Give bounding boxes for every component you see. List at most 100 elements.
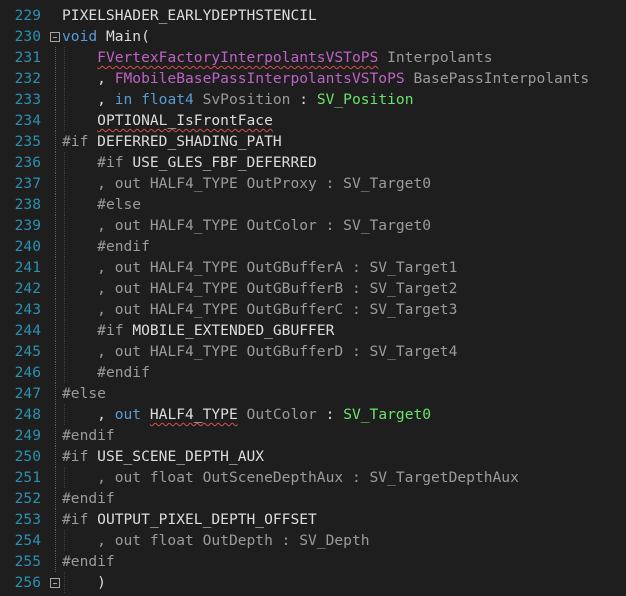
code-token: FMobileBasePassInterpolantsVSToPS bbox=[114, 70, 405, 87]
fold-guide-line bbox=[55, 89, 56, 110]
code-line[interactable]: 235 #if DEFERRED_SHADING_PATH bbox=[0, 131, 626, 152]
code-line[interactable]: 242 , out HALF4_TYPE OutGBufferB : SV_Ta… bbox=[0, 278, 626, 299]
indent-guide bbox=[64, 89, 65, 110]
indent-guide bbox=[64, 194, 65, 215]
code-line[interactable]: 253 #if OUTPUT_PIXEL_DEPTH_OFFSET bbox=[0, 509, 626, 530]
code-token: #endif bbox=[62, 490, 115, 507]
indent-guide bbox=[64, 47, 65, 68]
line-number: 242 bbox=[14, 280, 41, 297]
code-text[interactable]: , out HALF4_TYPE OutGBufferB : SV_Target… bbox=[62, 278, 457, 299]
code-token: OUTPUT_PIXEL_DEPTH_OFFSET bbox=[97, 511, 317, 528]
line-number: 245 bbox=[14, 343, 41, 360]
code-text[interactable]: , out HALF4_TYPE OutProxy : SV_Target0 bbox=[62, 173, 431, 194]
code-text[interactable]: #endif bbox=[62, 362, 150, 383]
code-line[interactable]: 251 , out float OutSceneDepthAux : SV_Ta… bbox=[0, 467, 626, 488]
code-text[interactable]: void Main( bbox=[62, 26, 150, 47]
code-line[interactable]: 248 , out HALF4_TYPE OutColor : SV_Targe… bbox=[0, 404, 626, 425]
code-text[interactable]: , out HALF4_TYPE OutGBufferA : SV_Target… bbox=[62, 257, 457, 278]
code-text[interactable]: , FMobileBasePassInterpolantsVSToPS Base… bbox=[62, 68, 589, 89]
fold-guide-line bbox=[55, 530, 56, 551]
line-number: 251 bbox=[14, 469, 41, 486]
code-line[interactable]: 244 #if MOBILE_EXTENDED_GBUFFER bbox=[0, 320, 626, 341]
code-line[interactable]: 230 void Main( bbox=[0, 26, 626, 47]
code-text[interactable]: #endif bbox=[62, 236, 150, 257]
fold-toggle-icon[interactable] bbox=[50, 578, 60, 588]
code-text[interactable]: ) bbox=[62, 572, 106, 593]
code-line[interactable]: 237 , out HALF4_TYPE OutProxy : SV_Targe… bbox=[0, 173, 626, 194]
line-number: 238 bbox=[14, 196, 41, 213]
code-token: OutColor bbox=[237, 406, 326, 423]
code-line[interactable]: 231 FVertexFactoryInterpolantsVSToPS Int… bbox=[0, 47, 626, 68]
code-token: , bbox=[62, 259, 115, 276]
code-text[interactable]: FVertexFactoryInterpolantsVSToPS Interpo… bbox=[62, 47, 493, 68]
code-text[interactable]: #else bbox=[62, 383, 106, 404]
code-editor[interactable]: 229 PIXELSHADER_EARLYDEPTHSTENCIL 230 void … bbox=[0, 0, 626, 596]
line-number: 246 bbox=[14, 364, 41, 381]
code-line[interactable]: 240 #endif bbox=[0, 236, 626, 257]
code-line[interactable]: 255 #endif bbox=[0, 551, 626, 572]
code-text[interactable]: #if USE_GLES_FBF_DEFERRED bbox=[62, 152, 317, 173]
indent-guide bbox=[64, 236, 65, 257]
code-line[interactable]: 243 , out HALF4_TYPE OutGBufferC : SV_Ta… bbox=[0, 299, 626, 320]
code-token: MOBILE_EXTENDED_GBUFFER bbox=[132, 322, 335, 339]
code-text[interactable]: #if DEFERRED_SHADING_PATH bbox=[62, 131, 282, 152]
code-text[interactable]: , in float4 SvPosition : SV_Position bbox=[62, 89, 413, 110]
code-token: Interpolants bbox=[378, 49, 493, 66]
code-token: #if bbox=[62, 511, 98, 528]
line-number: 241 bbox=[14, 259, 41, 276]
code-token: #endif bbox=[62, 427, 115, 444]
code-text[interactable]: , out float OutDepth : SV_Depth bbox=[62, 530, 370, 551]
code-text[interactable]: #endif bbox=[62, 488, 115, 509]
code-line[interactable]: 233 , in float4 SvPosition : SV_Position bbox=[0, 89, 626, 110]
code-line[interactable]: 256 ) bbox=[0, 572, 626, 593]
code-text[interactable]: OPTIONAL_IsFrontFace bbox=[62, 110, 273, 131]
code-text[interactable]: , out HALF4_TYPE OutColor : SV_Target0 bbox=[62, 215, 431, 236]
code-token: #endif bbox=[97, 238, 150, 255]
code-line[interactable]: 247 #else bbox=[0, 383, 626, 404]
code-text[interactable]: #endif bbox=[62, 425, 115, 446]
code-line[interactable]: 239 , out HALF4_TYPE OutColor : SV_Targe… bbox=[0, 215, 626, 236]
code-text[interactable]: #if OUTPUT_PIXEL_DEPTH_OFFSET bbox=[62, 509, 317, 530]
code-text[interactable]: #if USE_SCENE_DEPTH_AUX bbox=[62, 446, 264, 467]
fold-toggle-icon[interactable] bbox=[50, 32, 60, 42]
code-line[interactable]: 250 #if USE_SCENE_DEPTH_AUX bbox=[0, 446, 626, 467]
code-line[interactable]: 254 , out float OutDepth : SV_Depth bbox=[0, 530, 626, 551]
code-line[interactable]: 232 , FMobileBasePassInterpolantsVSToPS … bbox=[0, 68, 626, 89]
code-line[interactable]: 241 , out HALF4_TYPE OutGBufferA : SV_Ta… bbox=[0, 257, 626, 278]
line-number: 255 bbox=[14, 553, 41, 570]
code-text[interactable]: PIXELSHADER_EARLYDEPTHSTENCIL bbox=[62, 5, 317, 26]
indent-guide bbox=[64, 320, 65, 341]
indent-guide bbox=[64, 110, 65, 131]
code-line[interactable]: 252 #endif bbox=[0, 488, 626, 509]
code-line[interactable]: 238 #else bbox=[0, 194, 626, 215]
code-line[interactable]: 234 OPTIONAL_IsFrontFace bbox=[0, 110, 626, 131]
code-token: , bbox=[62, 343, 115, 360]
line-number: 253 bbox=[14, 511, 41, 528]
code-text[interactable]: #endif bbox=[62, 551, 115, 572]
code-line[interactable]: 236 #if USE_GLES_FBF_DEFERRED bbox=[0, 152, 626, 173]
code-line[interactable]: 249 #endif bbox=[0, 425, 626, 446]
code-text[interactable]: #if MOBILE_EXTENDED_GBUFFER bbox=[62, 320, 334, 341]
code-token: #endif bbox=[62, 553, 115, 570]
code-line[interactable]: 229 PIXELSHADER_EARLYDEPTHSTENCIL bbox=[0, 5, 626, 26]
fold-guide-line bbox=[55, 425, 56, 446]
code-text[interactable]: , out HALF4_TYPE OutColor : SV_Target0 bbox=[62, 404, 431, 425]
fold-guide-line bbox=[55, 320, 56, 341]
fold-guide-line bbox=[55, 362, 56, 383]
code-text[interactable]: , out float OutSceneDepthAux : SV_Target… bbox=[62, 467, 519, 488]
line-number: 249 bbox=[14, 427, 41, 444]
code-text[interactable]: #else bbox=[62, 194, 141, 215]
code-token: out float OutDepth : SV_Depth bbox=[114, 532, 370, 549]
fold-guide-line bbox=[55, 383, 56, 404]
code-text[interactable]: , out HALF4_TYPE OutGBufferC : SV_Target… bbox=[62, 299, 457, 320]
code-token: out HALF4_TYPE OutGBufferB : SV_Target2 bbox=[114, 280, 458, 297]
code-line[interactable]: 246 #endif bbox=[0, 362, 626, 383]
code-token: out HALF4_TYPE OutGBufferC : SV_Target3 bbox=[114, 301, 458, 318]
fold-guide-line bbox=[55, 131, 56, 152]
code-line[interactable]: 245 , out HALF4_TYPE OutGBufferD : SV_Ta… bbox=[0, 341, 626, 362]
code-text[interactable]: , out HALF4_TYPE OutGBufferD : SV_Target… bbox=[62, 341, 457, 362]
line-number: 230 bbox=[14, 28, 41, 45]
indent-guide bbox=[64, 257, 65, 278]
